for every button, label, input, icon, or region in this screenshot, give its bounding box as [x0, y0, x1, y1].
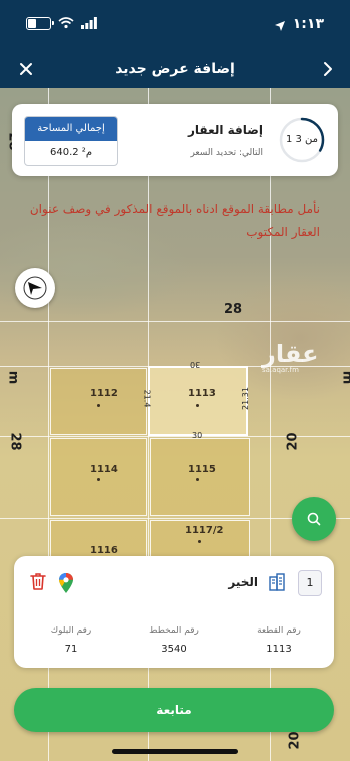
block-value: 71 — [64, 644, 78, 655]
street-number: 28 — [224, 302, 243, 317]
google-maps-icon — [59, 573, 73, 593]
close-button[interactable] — [14, 57, 38, 81]
location-icon — [274, 17, 286, 36]
parcel[interactable] — [50, 368, 147, 435]
selected-parcel[interactable] — [148, 366, 248, 436]
block-label: رقم البلوك — [50, 626, 92, 636]
building-icon — [268, 573, 286, 595]
parcel-info: رقم القطعة 1113 — [234, 626, 324, 655]
property-card: 1 الخير رقم القطعة 1113 رقم المخطط 3540 … — [14, 556, 334, 668]
parcel[interactable] — [150, 438, 250, 516]
watermark-text: عقار — [262, 340, 319, 368]
parcel-dot — [97, 478, 100, 481]
parcel-value: 1113 — [266, 644, 292, 655]
step-counter: 1 من 3 — [285, 134, 319, 145]
continue-button[interactable]: متابعة — [14, 688, 334, 732]
street-number: m — [339, 371, 350, 385]
parcel[interactable] — [50, 438, 147, 516]
parcel-dot — [196, 404, 199, 407]
parcel-dot — [198, 540, 201, 543]
property-index-badge: 1 — [298, 570, 322, 596]
district-name: الخير — [228, 575, 258, 589]
back-button[interactable] — [316, 57, 340, 81]
road — [0, 321, 350, 322]
plan-label: رقم المخطط — [149, 626, 199, 636]
area-value: 640.2 م² — [49, 147, 93, 158]
parcel-dot — [97, 404, 100, 407]
step-card: إجمالي المساحة 640.2 م² إضافة العقار الت… — [12, 104, 338, 176]
parcel-dot — [196, 478, 199, 481]
next-step-label: التالي: تحديد السعر — [190, 148, 263, 158]
area-summary: إجمالي المساحة 640.2 م² — [24, 116, 118, 166]
status-indicators — [26, 14, 97, 33]
parcel-label: رقم القطعة — [257, 626, 301, 636]
parcel-number: 1115 — [188, 464, 216, 475]
close-icon — [20, 63, 32, 75]
home-indicator — [112, 749, 238, 754]
block-info: رقم البلوك 71 — [26, 626, 116, 655]
plan-info: رقم المخطط 3540 — [129, 626, 219, 655]
delete-button[interactable] — [30, 572, 46, 594]
plan-value: 3540 — [161, 644, 187, 655]
wifi-icon — [58, 14, 74, 33]
trash-icon — [30, 573, 46, 590]
google-maps-button[interactable] — [58, 572, 74, 598]
parcel-number: 1116 — [90, 545, 118, 556]
app-header: إضافة عرض جديد — [0, 50, 350, 88]
area-label: إجمالي المساحة — [25, 117, 117, 141]
dimension-label: 30 — [190, 360, 201, 369]
dimension-label: 21.31 — [240, 387, 250, 410]
page-title: إضافة عرض جديد — [115, 61, 235, 77]
signal-icon — [81, 14, 97, 33]
street-number: 20 — [287, 731, 303, 750]
compass-icon — [23, 276, 47, 300]
status-bar: ١:١٣ — [0, 0, 350, 50]
step-title: إضافة العقار — [188, 123, 263, 137]
street-number: 28 — [7, 432, 23, 451]
dimension-label: 21.4 — [142, 389, 152, 408]
street-number: m — [5, 370, 21, 385]
location-warning: نأمل مطابقة الموقع ادناه بالموقع المذكور… — [29, 202, 320, 239]
compass-button[interactable] — [15, 268, 55, 308]
parcel-number: 1112 — [90, 388, 118, 399]
parcel-number: 1114 — [90, 464, 118, 475]
battery-icon — [26, 17, 54, 30]
aqar-watermark: عقار sa.aqar.fm — [262, 342, 319, 374]
zoom-button[interactable] — [292, 497, 336, 541]
search-icon — [307, 512, 321, 526]
parcel-number: 1113 — [188, 388, 216, 399]
status-time: ١:١٣ — [292, 16, 324, 32]
parcel-number: 1117/2 — [185, 525, 224, 536]
dimension-label: 30 — [192, 431, 203, 440]
chevron-right-icon — [324, 62, 332, 76]
street-number: 20 — [285, 432, 301, 451]
